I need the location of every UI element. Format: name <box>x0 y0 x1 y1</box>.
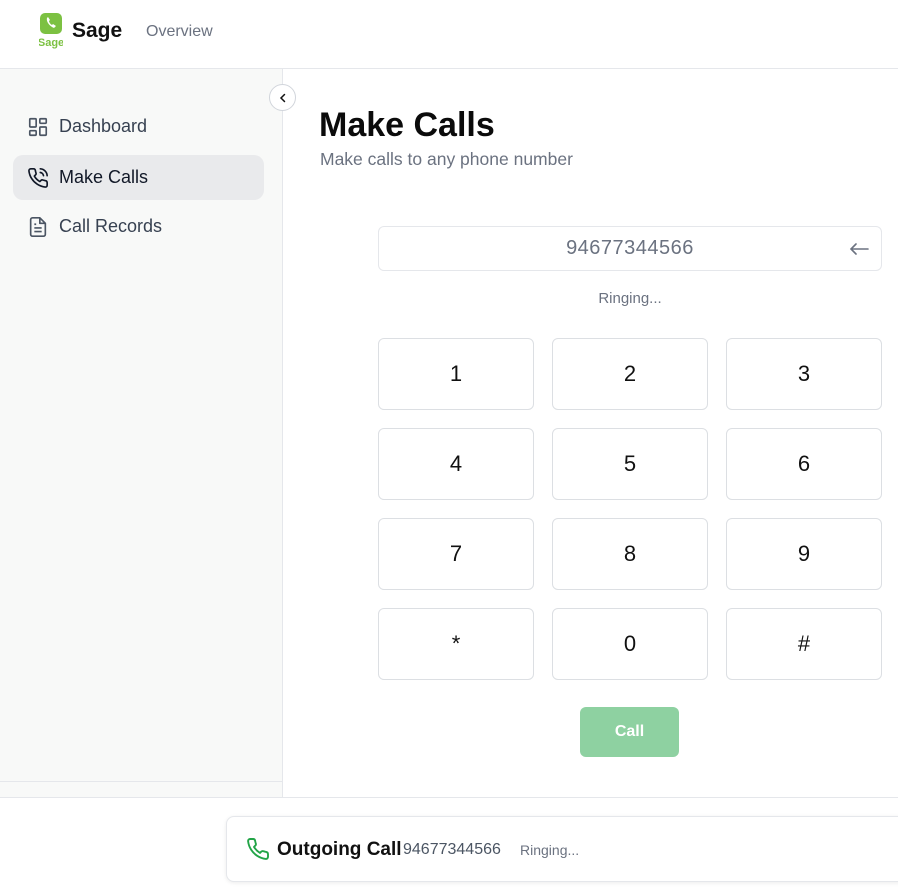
overview-link[interactable]: Overview <box>146 23 213 41</box>
phone-number-input[interactable] <box>379 227 881 270</box>
keypad-key-5[interactable]: 5 <box>552 428 708 500</box>
chevron-left-icon <box>279 93 285 102</box>
sidebar-item-dashboard[interactable]: Dashboard <box>13 104 264 149</box>
sidebar-item-label: Dashboard <box>59 116 148 136</box>
call-banner-number: 94677344566 <box>403 841 501 858</box>
document-icon <box>26 215 50 239</box>
dashboard-icon <box>26 115 50 139</box>
keypad-key-hash[interactable]: # <box>726 608 882 680</box>
call-status: Ringing... <box>598 290 662 307</box>
sidebar-item-make-calls[interactable]: Make Calls <box>13 155 264 200</box>
phone-number-field[interactable] <box>378 226 882 271</box>
keypad-key-1[interactable]: 1 <box>378 338 534 410</box>
sidebar-item-label: Make Calls <box>59 167 149 187</box>
keypad-key-2[interactable]: 2 <box>552 338 708 410</box>
keypad-key-4[interactable]: 4 <box>378 428 534 500</box>
sidebar: Dashboard Make Calls Call Records <box>0 69 283 798</box>
footer-divider <box>0 797 898 798</box>
arrow-left-icon <box>849 243 869 255</box>
backspace-button[interactable] <box>847 237 871 261</box>
page-title: Make Calls <box>319 106 495 144</box>
call-banner-status: Ringing... <box>520 842 580 858</box>
phone-call-icon <box>26 166 50 190</box>
keypad-key-9[interactable]: 9 <box>726 518 882 590</box>
call-banner-title: Outgoing Call <box>277 839 402 860</box>
page-subtitle: Make calls to any phone number <box>320 149 573 169</box>
keypad-key-star[interactable]: * <box>378 608 534 680</box>
keypad-key-3[interactable]: 3 <box>726 338 882 410</box>
collapse-sidebar-button[interactable] <box>269 84 296 111</box>
brand-name[interactable]: Sage <box>72 19 122 43</box>
phone-icon <box>247 838 269 860</box>
keypad-key-8[interactable]: 8 <box>552 518 708 590</box>
call-button[interactable]: Call <box>580 707 679 757</box>
sidebar-divider <box>0 781 282 782</box>
outgoing-call-banner[interactable]: Outgoing Call 94677344566 Ringing... <box>226 816 898 882</box>
keypad-key-7[interactable]: 7 <box>378 518 534 590</box>
sidebar-item-label: Call Records <box>59 216 163 236</box>
logo-text: Sage <box>39 37 63 49</box>
sidebar-item-call-records[interactable]: Call Records <box>13 204 264 249</box>
keypad-key-6[interactable]: 6 <box>726 428 882 500</box>
keypad-key-0[interactable]: 0 <box>552 608 708 680</box>
sage-logo-icon: Sage <box>39 13 63 49</box>
top-bar: Sage Sage Overview <box>0 0 898 69</box>
